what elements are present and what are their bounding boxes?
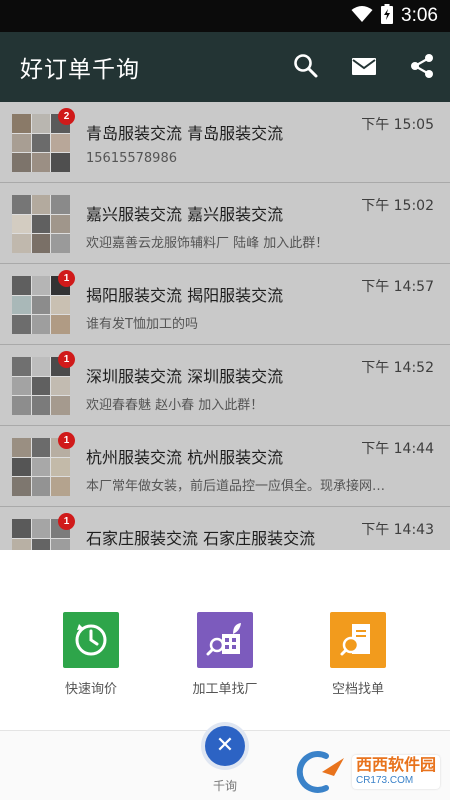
action-label: 快速询价: [64, 682, 117, 697]
battery-charging-icon: [381, 4, 394, 28]
chat-title: 嘉兴服装交流 嘉兴服装交流: [86, 205, 284, 224]
action-sheet: 快速询价 加工单找厂 空档找单: [0, 550, 450, 730]
chat-time: 下午 14:52: [361, 360, 434, 376]
chat-title: 杭州服装交流 杭州服装交流: [86, 448, 284, 467]
chat-item[interactable]: 1 石家庄服装交流 石家庄服装交流 下午 14:43: [0, 507, 450, 550]
chat-title: 石家庄服装交流 石家庄服装交流: [86, 529, 316, 548]
share-icon[interactable]: [408, 52, 436, 80]
clock-refresh-icon: [63, 612, 119, 668]
chat-last-message: 15615578986: [86, 151, 177, 166]
chat-time: 下午 14:44: [361, 441, 434, 457]
factory-search-icon: [197, 612, 253, 668]
chat-title: 青岛服装交流 青岛服装交流: [86, 124, 284, 143]
search-icon[interactable]: [292, 52, 320, 80]
mail-icon[interactable]: [350, 52, 378, 80]
action-label: 加工单找厂: [192, 682, 258, 697]
chat-item[interactable]: 2 青岛服装交流 青岛服装交流 15615578986 下午 15:05: [0, 102, 450, 183]
watermark: 西西软件园 CR173.COM: [292, 750, 440, 794]
chat-last-message: 谁有发T恤加工的吗: [86, 317, 198, 332]
close-fab-button[interactable]: ✕: [205, 726, 245, 766]
watermark-text: 西西软件园 CR173.COM: [351, 755, 440, 789]
chat-title: 揭阳服装交流 揭阳服装交流: [86, 286, 284, 305]
action-label: 空档找单: [331, 682, 384, 697]
idle-find-order-button[interactable]: 空档找单: [303, 612, 413, 697]
chat-last-message: 欢迎春春魅 赵小春 加入此群！: [86, 398, 264, 413]
unread-badge: 1: [58, 270, 75, 287]
wifi-icon: [351, 5, 373, 27]
chat-item[interactable]: 1 深圳服装交流 深圳服装交流 欢迎春春魅 赵小春 加入此群！ 下午 14:52: [0, 345, 450, 426]
chat-time: 下午 15:02: [361, 198, 434, 214]
unread-badge: 1: [58, 513, 75, 530]
chat-time: 下午 14:57: [361, 279, 434, 295]
find-factory-button[interactable]: 加工单找厂: [170, 612, 280, 697]
unread-badge: 1: [58, 432, 75, 449]
chat-item[interactable]: 1 揭阳服装交流 揭阳服装交流 谁有发T恤加工的吗 下午 14:57: [0, 264, 450, 345]
quick-inquiry-button[interactable]: 快速询价: [36, 612, 146, 697]
app-actions: [292, 52, 436, 80]
status-time: 3:06: [401, 5, 438, 26]
group-avatar: [12, 195, 70, 253]
fab-label: 千询: [212, 779, 237, 793]
app-bar: 好订单千询: [0, 32, 450, 102]
chat-item[interactable]: 嘉兴服装交流 嘉兴服装交流 欢迎嘉善云龙服饰辅料厂 陆峰 加入此群！ 下午 15…: [0, 183, 450, 264]
chat-title: 深圳服装交流 深圳服装交流: [86, 367, 284, 386]
watermark-sub: CR173.COM: [355, 775, 414, 786]
chat-last-message: 欢迎嘉善云龙服饰辅料厂 陆峰 加入此群！: [86, 236, 329, 251]
chat-time: 下午 15:05: [361, 117, 434, 133]
chat-item[interactable]: 1 杭州服装交流 杭州服装交流 本厂常年做女装，前后道品控一应俱全。现承接网… …: [0, 426, 450, 507]
watermark-logo-icon: [292, 750, 348, 794]
watermark-main: 西西软件园: [355, 757, 436, 774]
chat-time: 下午 14:43: [361, 522, 434, 538]
chat-last-message: 本厂常年做女装，前后道品控一应俱全。现承接网…: [86, 479, 386, 494]
document-search-icon: [330, 612, 386, 668]
unread-badge: 2: [58, 108, 75, 125]
status-bar: 3:06: [0, 0, 450, 32]
unread-badge: 1: [58, 351, 75, 368]
app-title: 好订单千询: [20, 57, 140, 83]
chat-list: 2 青岛服装交流 青岛服装交流 15615578986 下午 15:05 嘉兴服…: [0, 102, 450, 550]
